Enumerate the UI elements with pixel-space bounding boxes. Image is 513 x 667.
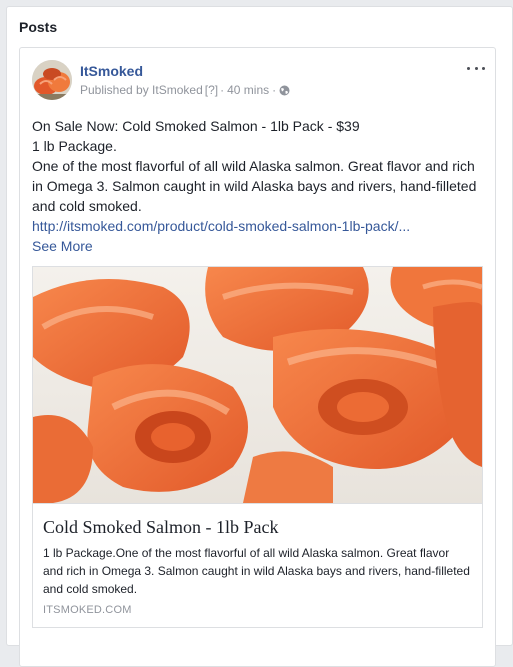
meta-separator: · [220, 83, 225, 97]
card-domain: ITSMOKED.COM [43, 604, 132, 616]
card-title[interactable]: Cold Smoked Salmon - 1lb Pack [43, 516, 472, 538]
published-by-text: Published by ItSmoked [80, 83, 203, 97]
product-url-link[interactable]: http://itsmoked.com/product/cold-smoked-… [32, 218, 410, 234]
card-text: Cold Smoked Salmon - 1lb Pack 1 lb Packa… [33, 503, 482, 627]
see-more-link[interactable]: See More [32, 238, 93, 254]
author-name-link[interactable]: ItSmoked [80, 63, 143, 79]
author-avatar[interactable] [32, 60, 72, 100]
post-meta: Published by ItSmoked [?] · 40 mins · [80, 83, 290, 97]
post-body-line: 1 lb Package. [32, 138, 117, 154]
post-body: On Sale Now: Cold Smoked Salmon - 1lb Pa… [32, 116, 488, 216]
post-body-line: One of the most flavorful of all wild Al… [32, 158, 477, 214]
post-time-link[interactable]: 40 mins [227, 83, 269, 97]
meta-separator: · [272, 83, 277, 97]
help-link[interactable]: [?] [205, 83, 218, 97]
posts-panel: Posts ItSmoked Published by ItSmoked [?]… [6, 6, 513, 667]
link-preview-card[interactable]: Cold Smoked Salmon - 1lb Pack 1 lb Packa… [32, 266, 483, 628]
post-card: ItSmoked Published by ItSmoked [?] · 40 … [19, 47, 496, 667]
card-description: 1 lb Package.One of the most flavorful o… [43, 546, 470, 596]
post-body-line: On Sale Now: Cold Smoked Salmon - 1lb Pa… [32, 118, 360, 134]
globe-icon [279, 85, 290, 96]
more-options-icon[interactable] [467, 62, 485, 74]
salmon-image[interactable] [33, 267, 482, 503]
panel-title: Posts [19, 19, 58, 35]
